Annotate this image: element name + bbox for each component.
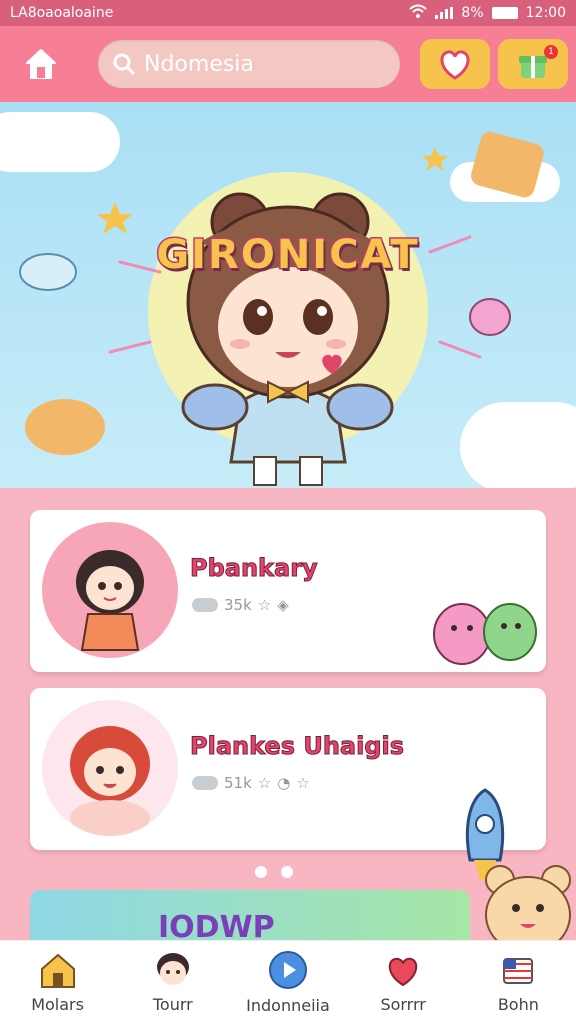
character-avatar-image: [70, 726, 150, 836]
nav-label: Sorrrr: [380, 995, 426, 1014]
nav-label: Bohn: [497, 995, 539, 1014]
search-bar[interactable]: Ndomesia: [98, 40, 400, 88]
search-input[interactable]: Ndomesia: [144, 52, 254, 77]
toggle-icon: [192, 598, 218, 612]
nav-item-indonneiia[interactable]: Indonneiia: [230, 950, 345, 1015]
item-meta: 35k ☆ ◈: [192, 596, 289, 614]
star-icon: ☆: [257, 596, 272, 614]
favorites-button[interactable]: [420, 39, 490, 89]
nav-item-bohn[interactable]: Bohn: [461, 951, 576, 1014]
battery-icon: [491, 7, 518, 19]
item-meta: 51k ☆ ◔ ☆: [192, 774, 310, 792]
item-stat: 51k: [224, 774, 252, 792]
nav-item-molars[interactable]: Molars: [0, 951, 115, 1014]
battery-percent: 8%: [461, 5, 484, 21]
hero-title: GIRONICAT: [0, 231, 576, 280]
search-icon: [113, 53, 136, 76]
notification-badge: 1: [544, 45, 558, 59]
nav-label: Tourr: [152, 995, 193, 1014]
star-icon: ☆: [257, 774, 272, 792]
house-icon: [40, 953, 75, 988]
item-title: Plankes Uhaigis: [189, 732, 405, 761]
heart-icon: [440, 50, 470, 80]
clock: 12:00: [525, 5, 566, 21]
play-icon: [268, 951, 307, 989]
signal-icon: [435, 7, 454, 19]
carrier-label: LA8oaoaloaine: [10, 5, 114, 21]
star-icon: ☆: [296, 774, 310, 792]
toggle-icon: [192, 776, 218, 790]
nav-item-sorrrr[interactable]: Sorrrr: [346, 951, 461, 1014]
hero-banner[interactable]: GIRONICAT: [0, 102, 576, 488]
list-item[interactable]: Pbankary 35k ☆ ◈: [30, 510, 546, 672]
rewards-button[interactable]: 1: [498, 39, 568, 89]
bookmark-icon: ◈: [277, 596, 289, 614]
mascot-illustration: [19, 131, 544, 486]
hero-title-text: GIRONICAT: [155, 231, 420, 280]
item-title: Pbankary: [190, 554, 319, 583]
gummy-bears-decoration: [433, 603, 537, 665]
flag-icon: [503, 958, 534, 984]
user-icon: ◔: [277, 774, 291, 792]
bear-decoration: [485, 865, 571, 950]
item-stat: 35k: [224, 596, 252, 614]
carousel-pager: [255, 866, 293, 878]
character-avatar-image: [76, 550, 144, 651]
heart-icon: [388, 957, 418, 987]
pager-dot[interactable]: [281, 866, 293, 878]
pager-dot[interactable]: [255, 866, 267, 878]
bottom-nav: Molars Tourr Indonneiia Sorrrr Bohn: [0, 940, 576, 1024]
character-face-icon: [156, 953, 189, 985]
nav-label: Molars: [31, 995, 84, 1014]
nav-label: Indonneiia: [246, 996, 330, 1015]
avatar: [42, 700, 178, 836]
wifi-icon: [409, 4, 428, 22]
status-icons: 8% 12:00: [409, 4, 566, 22]
avatar: [42, 522, 178, 658]
home-button[interactable]: [14, 37, 68, 91]
nav-item-tourr[interactable]: Tourr: [115, 951, 230, 1014]
app-header: Ndomesia 1: [0, 26, 576, 102]
home-icon: [26, 49, 56, 79]
status-bar: LA8oaoaloaine 8% 12:00: [0, 0, 576, 26]
